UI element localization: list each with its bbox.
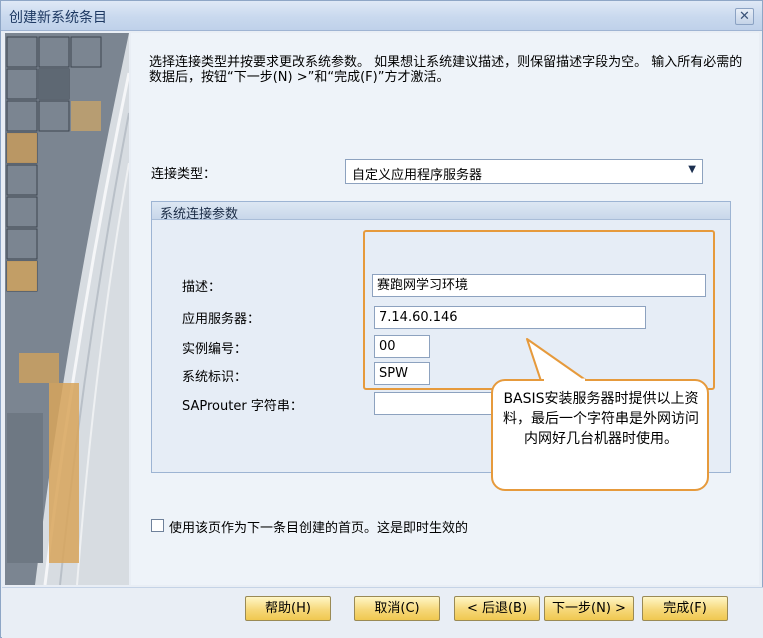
close-button[interactable]: ✕ (735, 8, 754, 25)
annotation-callout: BASIS安装服务器时提供以上资料，最后一个字符串是外网访问内网好几台机器时使用… (491, 379, 709, 491)
connection-type-value: 自定义应用程序服务器 (352, 168, 483, 183)
button-bar: 帮助(H) 取消(C) < 后退(B) 下一步(N) > 完成(F) (2, 587, 763, 638)
title-bar[interactable]: 创建新系统条目 ✕ (1, 1, 762, 31)
default-page-checkbox-label[interactable]: 使用该页作为下一条目创建的首页。这是即时生效的 (169, 517, 468, 536)
close-icon: ✕ (739, 9, 750, 24)
back-button[interactable]: < 后退(B) (454, 596, 540, 621)
decorative-side-image (5, 33, 129, 585)
system-id-label: 系统标识： (182, 370, 248, 385)
annotation-highlight-box (363, 230, 715, 390)
connection-type-select[interactable]: 自定义应用程序服务器 ▼ (345, 159, 703, 184)
saprouter-label: SAProuter 字符串： (182, 399, 303, 414)
finish-button[interactable]: 完成(F) (642, 596, 728, 621)
description-label: 描述： (182, 280, 222, 295)
group-header: 系统连接参数 (152, 202, 730, 222)
connection-type-label: 连接类型： (151, 167, 217, 182)
window-title: 创建新系统条目 (9, 10, 107, 26)
help-button[interactable]: 帮助(H) (245, 596, 331, 621)
group-title: 系统连接参数 (160, 207, 239, 222)
building-graphic (5, 33, 129, 585)
cancel-button[interactable]: 取消(C) (354, 596, 440, 621)
next-button[interactable]: 下一步(N) > (544, 596, 634, 621)
instance-number-label: 实例编号： (182, 342, 248, 357)
instructions-text: 选择连接类型并按要求更改系统参数。 如果想让系统建议描述，则保留描述字段为空。 … (149, 55, 743, 85)
chevron-down-icon[interactable]: ▼ (688, 164, 696, 175)
dialog-window: 创建新系统条目 ✕ 选择连接类型并按要求更改系统参数。 如果想让系统建议描述，则… (0, 0, 763, 638)
app-server-label: 应用服务器： (182, 312, 261, 327)
callout-text: BASIS安装服务器时提供以上资料，最后一个字符串是外网访问内网好几台机器时使用… (503, 391, 699, 447)
default-page-checkbox[interactable] (151, 519, 164, 532)
